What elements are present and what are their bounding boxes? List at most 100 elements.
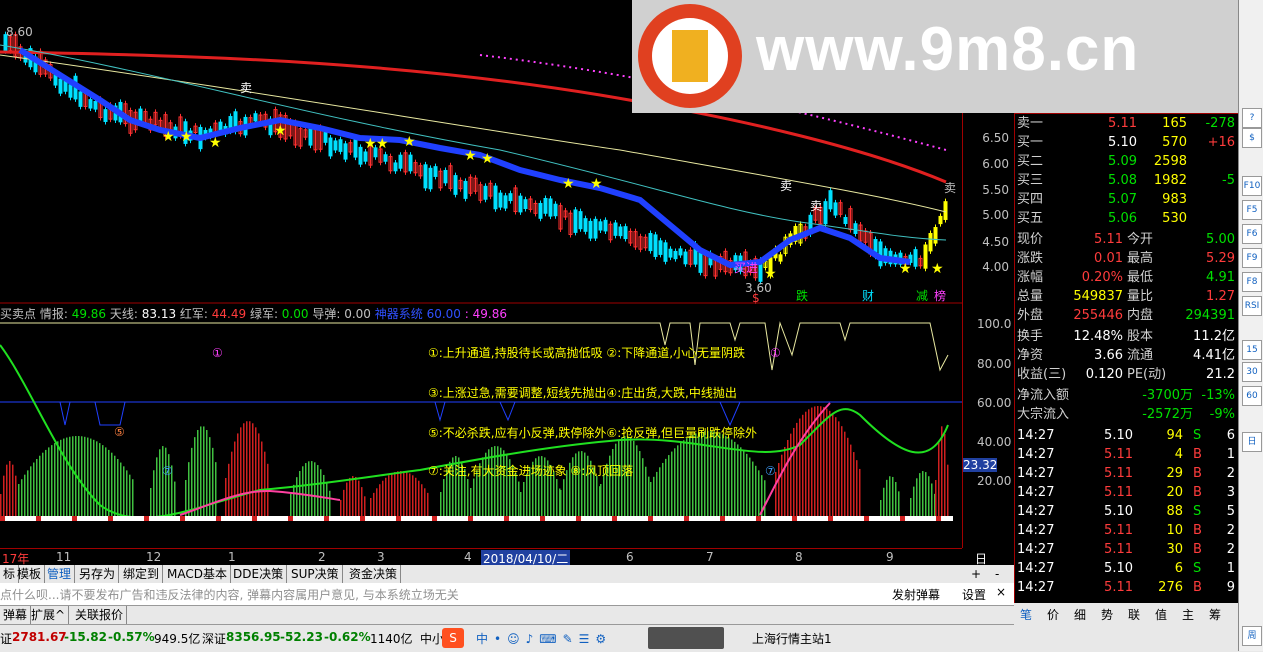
candle-down[interactable] [923, 244, 928, 269]
toolbar-item[interactable]: DDE决策 [230, 565, 288, 583]
candle-down[interactable] [68, 84, 73, 98]
candle-down[interactable] [253, 113, 258, 122]
tick-row[interactable]: 14:27 5.11 29 B 2 [1015, 464, 1239, 483]
candle-down[interactable] [928, 233, 933, 252]
candle-down[interactable] [548, 198, 553, 217]
candle-down[interactable] [78, 91, 83, 107]
candle-down[interactable] [668, 248, 673, 258]
side-tool-button[interactable]: 60 [1242, 386, 1262, 406]
flow-row[interactable]: 净流入额 -3700万 -13% [1015, 386, 1239, 405]
server-name[interactable]: 上海行情主站1 [752, 630, 832, 647]
candle-down[interactable] [408, 154, 413, 172]
side-tool-button[interactable]: F9 [1242, 248, 1262, 268]
candle-down[interactable] [658, 240, 663, 255]
candle-down[interactable] [673, 250, 678, 260]
quote-tab[interactable]: 值 [1155, 606, 1167, 623]
candle-down[interactable] [138, 108, 143, 122]
event-tag[interactable]: 榜 [934, 288, 946, 303]
sz-index[interactable]: 8356.95 [226, 630, 281, 644]
candle-down[interactable] [498, 192, 503, 208]
candle-down[interactable] [503, 195, 508, 209]
candle-down[interactable] [443, 169, 448, 184]
candle-down[interactable] [663, 242, 668, 262]
event-tag[interactable]: 跌 [796, 288, 808, 303]
quote-tab[interactable]: 笔 [1020, 606, 1032, 623]
zoom-out-button[interactable]: - [992, 565, 1002, 583]
candle-down[interactable] [678, 248, 683, 256]
quote-tab[interactable]: 联 [1128, 606, 1140, 623]
candle-down[interactable] [508, 193, 513, 202]
quote-tab[interactable]: 势 [1101, 606, 1113, 623]
candle-down[interactable] [103, 109, 108, 122]
side-tool-button[interactable]: F8 [1242, 272, 1262, 292]
candle-down[interactable] [433, 166, 438, 177]
candle-down[interactable] [828, 190, 833, 210]
side-tool-button[interactable]: 15 [1242, 340, 1262, 360]
candle-down[interactable] [578, 211, 583, 230]
side-tool-button[interactable]: F10 [1242, 176, 1262, 196]
indicator-chart[interactable]: ①:上升通道,持股待长或高抛低吸 ②:下降通道,小心无量阴跌 ③:上涨过急,需要… [0, 305, 962, 545]
candle-down[interactable] [338, 139, 343, 152]
candle-down[interactable] [393, 162, 398, 172]
candle-down[interactable] [343, 143, 348, 160]
quote-tab[interactable]: 价 [1047, 606, 1059, 623]
stat-row[interactable]: 总量 549837 量比 1.27 [1015, 287, 1239, 306]
tick-row[interactable]: 14:27 5.11 20 B 3 [1015, 483, 1239, 502]
tick-row[interactable]: 14:27 5.10 94 S 6 [1015, 426, 1239, 445]
candle-down[interactable] [493, 185, 498, 210]
candle-down[interactable] [553, 203, 558, 217]
bid-row[interactable]: 买四 5.07 983 [1015, 190, 1239, 209]
toolbar-item[interactable]: 资金决策 [346, 565, 402, 583]
toolbar-item[interactable]: 模板 [14, 565, 46, 583]
candle-down[interactable] [543, 197, 548, 214]
send-danmu-button[interactable]: 发射弹幕 [892, 586, 940, 603]
candle-down[interactable] [933, 227, 938, 244]
candle-down[interactable] [843, 216, 848, 225]
stat-row[interactable]: 涨幅 0.20% 最低 4.91 [1015, 268, 1239, 287]
candle-down[interactable] [583, 218, 588, 232]
candle-down[interactable] [353, 137, 358, 158]
candle-down[interactable] [58, 78, 63, 94]
candle-down[interactable] [308, 126, 313, 146]
danmu-settings-button[interactable]: 设置 [962, 586, 986, 603]
flow-row[interactable]: 大宗流入 -2572万 -9% [1015, 405, 1239, 424]
tick-row[interactable]: 14:27 5.11 30 B 2 [1015, 540, 1239, 559]
tab-danmu[interactable]: 弹幕 [0, 606, 32, 624]
candle-down[interactable] [573, 209, 578, 233]
candle-down[interactable] [618, 226, 623, 237]
candle-down[interactable] [363, 151, 368, 162]
candle-down[interactable] [913, 249, 918, 267]
side-tool-button[interactable]: $ [1242, 128, 1262, 148]
bid-row[interactable]: 买五 5.06 530 [1015, 209, 1239, 228]
tick-row[interactable]: 14:27 5.11 4 B 1 [1015, 445, 1239, 464]
bid-row[interactable]: 买二 5.09 2598 [1015, 152, 1239, 171]
tick-row[interactable]: 14:27 5.11 10 B 2 [1015, 521, 1239, 540]
close-icon[interactable]: × [996, 585, 1006, 599]
candle-down[interactable] [613, 222, 618, 236]
tab-related-quote[interactable]: 关联报价 [72, 606, 128, 624]
candle-down[interactable] [653, 234, 658, 257]
candle-down[interactable] [428, 167, 433, 190]
candle-down[interactable] [483, 185, 488, 200]
candle-down[interactable] [878, 241, 883, 267]
tick-row[interactable]: 14:27 5.10 6 S 1 [1015, 559, 1239, 578]
stat-row[interactable]: 外盘 255446 内盘 294391 [1015, 306, 1239, 325]
sogou-s-icon[interactable]: S [442, 628, 464, 648]
candle-down[interactable] [538, 202, 543, 219]
toolbar-item[interactable]: 另存为 [76, 565, 120, 583]
side-tool-button[interactable]: 日 [1242, 432, 1262, 452]
ask-row[interactable]: 卖一 5.11 165 -278 [1015, 114, 1239, 133]
candle-down[interactable] [683, 251, 688, 265]
candle-down[interactable] [943, 201, 948, 220]
ime-indicator[interactable]: 中小 [420, 630, 444, 647]
sh-index[interactable]: 2781.67 [12, 630, 67, 644]
tick-row[interactable]: 14:27 5.10 88 S 5 [1015, 502, 1239, 521]
side-tool-button[interactable]: F5 [1242, 200, 1262, 220]
event-tag[interactable]: 财 [862, 289, 874, 303]
candle-down[interactable] [593, 218, 598, 239]
event-tag[interactable]: 减 [916, 289, 928, 303]
candle-down[interactable] [588, 220, 593, 239]
quote-tab[interactable]: 主 [1182, 606, 1194, 623]
candle-down[interactable] [698, 252, 703, 273]
candle-down[interactable] [648, 232, 653, 252]
